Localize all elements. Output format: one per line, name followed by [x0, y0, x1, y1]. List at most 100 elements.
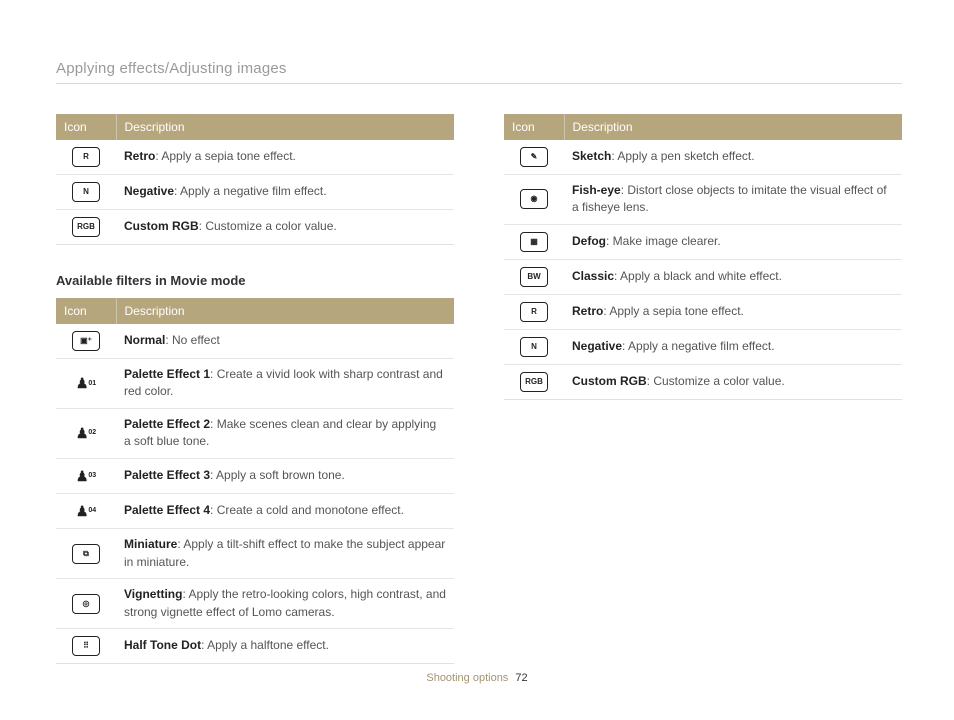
table-body: R Retro: Apply a sepia tone effect. N Negat… — [56, 140, 454, 245]
filter-icon: R — [72, 147, 100, 167]
icon-cell: ♟03 — [56, 458, 116, 493]
description-cell: Miniature: Apply a tilt-shift effect to … — [116, 529, 454, 579]
filter-name: Negative — [124, 184, 174, 198]
filter-name: Normal — [124, 333, 165, 347]
page-title: Applying effects/Adjusting images — [56, 60, 904, 77]
table-row: ♟03 Palette Effect 3: Apply a soft brown … — [56, 458, 454, 493]
th-icon: Icon — [56, 114, 116, 140]
th-description: Description — [564, 114, 902, 140]
filter-desc: : Apply a soft brown tone. — [210, 468, 345, 482]
table-body: ▣⁺ Normal: No effect ♟01 Palette Effect 1: … — [56, 324, 454, 663]
icon-cell: R — [56, 140, 116, 175]
table-row: R Retro: Apply a sepia tone effect. — [504, 294, 902, 329]
palette-icon: ♟03 — [74, 466, 98, 486]
icon-cell: RGB — [504, 364, 564, 399]
filter-name: Palette Effect 4 — [124, 503, 210, 517]
icon-cell: ◉ — [504, 175, 564, 225]
footer-section: Shooting options — [426, 672, 508, 684]
filter-name: Defog — [572, 234, 606, 248]
description-cell: Fish-eye: Distort close objects to imita… — [564, 175, 902, 225]
table-row: ▣⁺ Normal: No effect — [56, 324, 454, 359]
description-cell: Sketch: Apply a pen sketch effect. — [564, 140, 902, 175]
icon-cell: ♟04 — [56, 493, 116, 528]
icon-cell: RGB — [56, 210, 116, 245]
footer-page-number: 72 — [515, 672, 527, 684]
table-row: R Retro: Apply a sepia tone effect. — [56, 140, 454, 175]
filter-desc: : Apply a negative film effect. — [174, 184, 327, 198]
filter-desc: : Apply a halftone effect. — [201, 638, 329, 652]
table-body: ✎ Sketch: Apply a pen sketch effect. ◉ Fish… — [504, 140, 902, 399]
filter-desc: : Create a cold and monotone effect. — [210, 503, 404, 517]
filter-desc: : Apply a sepia tone effect. — [155, 149, 296, 163]
table-row: ▦ Defog: Make image clearer. — [504, 224, 902, 259]
filter-icon: ◎ — [72, 594, 100, 614]
icon-cell: ▦ — [504, 224, 564, 259]
table-row: N Negative: Apply a negative film effect. — [56, 175, 454, 210]
description-cell: Palette Effect 2: Make scenes clean and … — [116, 408, 454, 458]
filter-icon: BW — [520, 267, 548, 287]
filter-name: Miniature — [124, 537, 177, 551]
table-row: BW Classic: Apply a black and white effec… — [504, 259, 902, 294]
table-row: RGBCustom RGB: Customize a color value. — [56, 210, 454, 245]
description-cell: Vignetting: Apply the retro-looking colo… — [116, 579, 454, 629]
description-cell: Retro: Apply a sepia tone effect. — [564, 294, 902, 329]
filter-icon: RGB — [520, 372, 548, 392]
filter-name: Sketch — [572, 149, 611, 163]
filter-icon: ▦ — [520, 232, 548, 252]
page-footer: Shooting options 72 — [0, 672, 954, 684]
description-cell: Palette Effect 1: Create a vivid look wi… — [116, 359, 454, 409]
filter-icon: R — [520, 302, 548, 322]
icon-cell: R — [504, 294, 564, 329]
description-cell: Normal: No effect — [116, 324, 454, 359]
filter-name: Classic — [572, 269, 614, 283]
icon-cell: ⠿ — [56, 628, 116, 663]
right-column: Icon Description ✎Sketch: Apply a pen sk… — [504, 114, 902, 664]
filter-table-2: Icon Description ▣⁺Normal: No effect♟01P… — [56, 298, 454, 664]
filter-name: Retro — [572, 304, 603, 318]
description-cell: Negative: Apply a negative film effect. — [116, 175, 454, 210]
table-row: RGB Custom RGB: Customize a color value. — [504, 364, 902, 399]
left-column: Icon Description R Retro: Apply a sepia t… — [56, 114, 454, 664]
palette-icon: ♟04 — [74, 501, 98, 521]
filter-desc: : Customize a color value. — [199, 219, 337, 233]
icon-cell: ⧉ — [56, 529, 116, 579]
filter-icon: ⧉ — [72, 544, 100, 564]
table-row: ♟01 Palette Effect 1: Create a vivid look… — [56, 359, 454, 409]
manual-page: Applying effects/Adjusting images Icon D… — [0, 0, 954, 720]
icon-cell: BW — [504, 259, 564, 294]
palette-icon: ♟02 — [74, 423, 98, 443]
filter-table-3: Icon Description ✎Sketch: Apply a pen sk… — [504, 114, 902, 400]
icon-cell: N — [56, 175, 116, 210]
filter-icon: ◉ — [520, 189, 548, 209]
th-description: Description — [116, 114, 454, 140]
table-row: ♟04 Palette Effect 4: Create a cold and m… — [56, 493, 454, 528]
description-cell: Negative: Apply a negative film effect. — [564, 329, 902, 364]
table-row: ◎ Vignetting: Apply the retro-looking col… — [56, 579, 454, 629]
filter-name: Retro — [124, 149, 155, 163]
filter-name: Palette Effect 3 — [124, 468, 210, 482]
filter-desc: : Apply a pen sketch effect. — [611, 149, 754, 163]
description-cell: Custom RGB: Customize a color value. — [564, 364, 902, 399]
table-row: ◉ Fish-eye: Distort close objects to imit… — [504, 175, 902, 225]
filter-desc: : Apply a black and white effect. — [614, 269, 782, 283]
table-row: ✎ Sketch: Apply a pen sketch effect. — [504, 140, 902, 175]
description-cell: Defog: Make image clearer. — [564, 224, 902, 259]
description-cell: Palette Effect 4: Create a cold and mono… — [116, 493, 454, 528]
icon-cell: ♟01 — [56, 359, 116, 409]
filter-icon: ▣⁺ — [72, 331, 100, 351]
filter-desc: : Make image clearer. — [606, 234, 721, 248]
icon-cell: ▣⁺ — [56, 324, 116, 359]
filter-name: Custom RGB — [572, 374, 647, 388]
filter-icon: ⠿ — [72, 636, 100, 656]
icon-cell: ✎ — [504, 140, 564, 175]
table-row: ⠿Half Tone Dot: Apply a halftone effect. — [56, 628, 454, 663]
filter-icon: N — [72, 182, 100, 202]
title-rule — [56, 83, 902, 84]
icon-cell: N — [504, 329, 564, 364]
icon-cell: ♟02 — [56, 408, 116, 458]
palette-icon: ♟01 — [74, 373, 98, 393]
filter-name: Palette Effect 2 — [124, 417, 210, 431]
filter-desc: : Apply a negative film effect. — [622, 339, 775, 353]
filter-name: Negative — [572, 339, 622, 353]
filter-icon: ✎ — [520, 147, 548, 167]
